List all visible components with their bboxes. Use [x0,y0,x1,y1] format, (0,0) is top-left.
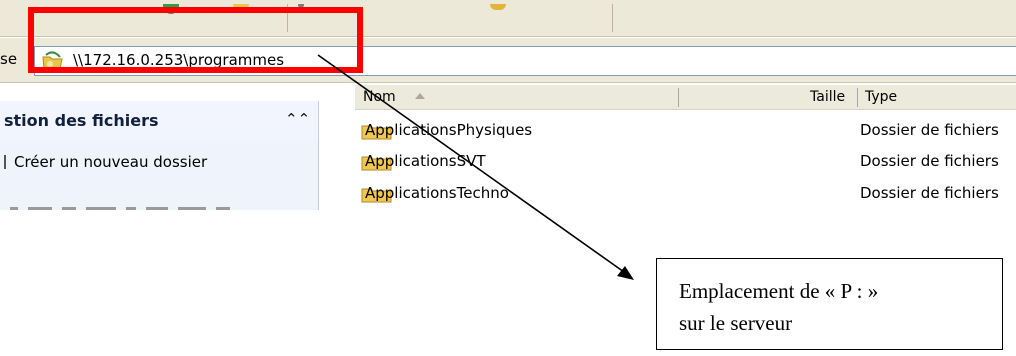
callout-text-line-2: sur le serveur [679,311,793,335]
callout-text-line-1: Emplacement de « P : » [679,279,879,303]
callout-box: Emplacement de « P : » sur le serveur [656,258,1003,350]
